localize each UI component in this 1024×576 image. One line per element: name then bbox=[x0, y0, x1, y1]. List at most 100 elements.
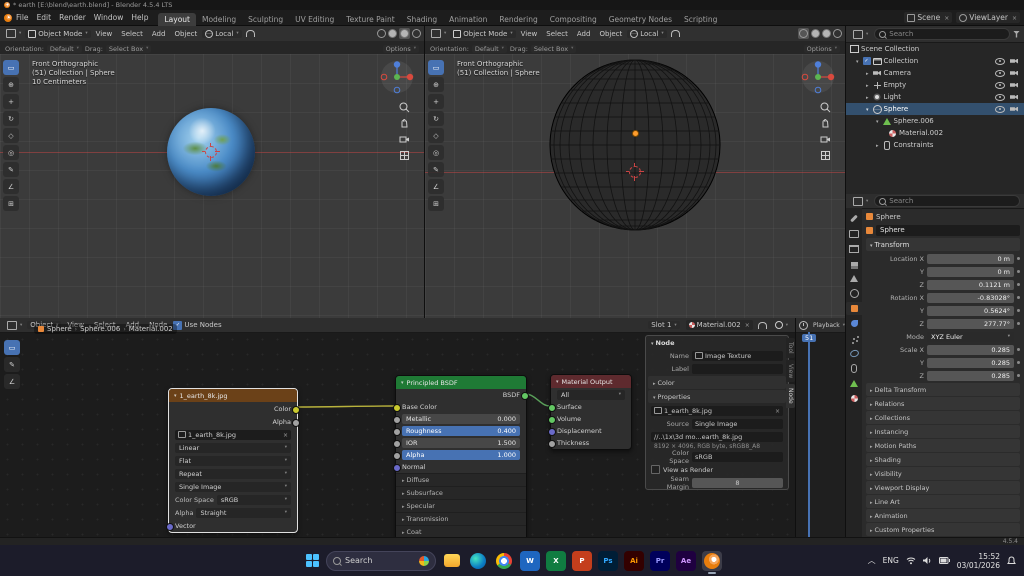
tab-layout[interactable]: Layout bbox=[158, 13, 196, 26]
camera-view-icon[interactable] bbox=[820, 134, 831, 145]
socket-thickness-in[interactable] bbox=[548, 440, 556, 448]
tool-scale[interactable] bbox=[428, 128, 444, 143]
current-frame-badge[interactable]: 51 bbox=[802, 334, 816, 342]
node-label-field[interactable] bbox=[692, 364, 783, 374]
tab-material[interactable] bbox=[846, 392, 862, 405]
object-name-field[interactable]: Sphere bbox=[876, 225, 1020, 236]
tab-tool[interactable]: Tool bbox=[786, 338, 795, 358]
outliner-row-camera[interactable]: Camera bbox=[846, 67, 1024, 79]
menu-edit[interactable]: Edit bbox=[33, 13, 56, 22]
file-explorer-app[interactable] bbox=[442, 551, 462, 571]
editor-type-dropdown[interactable] bbox=[850, 197, 871, 206]
tool-cursor[interactable] bbox=[428, 77, 444, 92]
socket-ior-in[interactable] bbox=[393, 440, 401, 448]
battery-icon[interactable] bbox=[939, 557, 950, 564]
camera-visibility-icon[interactable] bbox=[1010, 71, 1018, 76]
expand-icon[interactable] bbox=[866, 81, 871, 89]
view-as-render-checkbox[interactable] bbox=[651, 465, 660, 474]
panel-instancing[interactable]: Instancing bbox=[866, 425, 1020, 438]
outliner-search[interactable]: Search bbox=[874, 28, 1010, 40]
outliner-row-sphere[interactable]: Sphere bbox=[846, 103, 1024, 115]
tab-shading[interactable]: Shading bbox=[401, 13, 443, 26]
shading-wireframe-icon[interactable] bbox=[377, 29, 386, 38]
animate-dot[interactable] bbox=[1017, 270, 1020, 273]
menu-view[interactable]: View bbox=[517, 30, 542, 38]
socket-metallic-in[interactable] bbox=[393, 416, 401, 424]
tool-cursor[interactable] bbox=[3, 77, 19, 92]
expand-icon[interactable] bbox=[866, 105, 871, 113]
eye-icon[interactable] bbox=[995, 94, 1005, 101]
panel-line-art[interactable]: Line Art bbox=[866, 495, 1020, 508]
panel-motion-paths[interactable]: Motion Paths bbox=[866, 439, 1020, 452]
shading-material-active[interactable] bbox=[399, 28, 410, 39]
menu-select[interactable]: Select bbox=[542, 30, 572, 38]
tab-physics[interactable] bbox=[846, 347, 862, 360]
ortho-grid-icon[interactable] bbox=[399, 150, 410, 161]
shading-material-icon[interactable] bbox=[822, 29, 831, 38]
tool-select-box[interactable] bbox=[3, 60, 19, 75]
shading-rendered-icon[interactable] bbox=[412, 29, 421, 38]
tab-constraints[interactable] bbox=[846, 362, 862, 375]
location-y-field[interactable]: 0 m bbox=[927, 267, 1014, 277]
animate-dot[interactable] bbox=[1017, 322, 1020, 325]
blender-menu-icon[interactable] bbox=[4, 14, 12, 22]
ortho-grid-icon[interactable] bbox=[820, 150, 831, 161]
mode-dropdown[interactable]: Object Mode bbox=[25, 30, 90, 38]
target-dropdown[interactable]: All bbox=[557, 390, 625, 400]
panel-relations[interactable]: Relations bbox=[866, 397, 1020, 410]
socket-displacement-in[interactable] bbox=[548, 428, 556, 436]
scene-unlink-icon[interactable] bbox=[944, 13, 949, 22]
menu-window[interactable]: Window bbox=[90, 13, 128, 22]
language-indicator[interactable]: ENG bbox=[883, 556, 899, 565]
section-specular[interactable]: Specular bbox=[396, 499, 526, 512]
wireframe-sphere-object[interactable] bbox=[545, 55, 725, 235]
rotation-x-field[interactable]: -0.83028° bbox=[927, 293, 1014, 303]
menu-add[interactable]: Add bbox=[573, 30, 595, 38]
panel-visibility[interactable]: Visibility bbox=[866, 467, 1020, 480]
menu-render[interactable]: Render bbox=[55, 13, 90, 22]
snap-magnet-icon[interactable] bbox=[246, 30, 255, 37]
socket-vector-in[interactable] bbox=[166, 523, 174, 531]
source-dropdown[interactable]: Single Image bbox=[692, 419, 783, 429]
alpha-slider[interactable]: Alpha1.000 bbox=[402, 450, 520, 460]
animate-dot[interactable] bbox=[1017, 283, 1020, 286]
transform-panel-header[interactable]: Transform bbox=[866, 238, 1020, 251]
tab-render[interactable] bbox=[846, 227, 862, 240]
scene-selector[interactable]: Scene bbox=[904, 12, 952, 23]
camera-visibility-icon[interactable] bbox=[1010, 107, 1018, 112]
menu-object[interactable]: Object bbox=[170, 30, 201, 38]
expand-icon[interactable] bbox=[856, 57, 861, 65]
color-section[interactable]: Color bbox=[653, 379, 675, 387]
editor-type-dropdown[interactable] bbox=[850, 30, 871, 39]
breadcrumb-object-name[interactable]: Sphere bbox=[876, 213, 901, 221]
menu-object[interactable]: Object bbox=[595, 30, 626, 38]
socket-volume-in[interactable] bbox=[548, 416, 556, 424]
eye-icon[interactable] bbox=[995, 58, 1005, 65]
section-subsurface[interactable]: Subsurface bbox=[396, 486, 526, 499]
node-image-header[interactable]: 1_earth_8k.jpg bbox=[169, 389, 297, 402]
rotation-mode-dropdown[interactable]: XYZ Euler bbox=[927, 332, 1014, 342]
aftereffects-app[interactable]: Ae bbox=[676, 551, 696, 571]
menu-add[interactable]: Add bbox=[148, 30, 170, 38]
tab-world[interactable] bbox=[846, 287, 862, 300]
outliner-row-material-002[interactable]: Material.002 bbox=[846, 127, 1024, 139]
ior-slider[interactable]: IOR1.500 bbox=[402, 438, 520, 448]
socket-color-out[interactable] bbox=[292, 406, 300, 414]
snap-magnet-icon[interactable] bbox=[671, 30, 680, 37]
cursor-3d[interactable] bbox=[629, 166, 641, 178]
socket-bsdf-out[interactable] bbox=[521, 392, 529, 400]
menu-help[interactable]: Help bbox=[127, 13, 152, 22]
npanel-tab-label[interactable]: Node bbox=[651, 339, 674, 347]
socket-basecolor-in[interactable] bbox=[393, 404, 401, 412]
viewport-left-canvas[interactable]: Front Orthographic (51) Collection | Sph… bbox=[0, 54, 424, 318]
animate-dot[interactable] bbox=[1017, 257, 1020, 260]
expand-icon[interactable] bbox=[866, 93, 871, 101]
shading-rendered-icon[interactable] bbox=[833, 29, 842, 38]
animate-dot[interactable] bbox=[1017, 361, 1020, 364]
location-x-field[interactable]: 0 m bbox=[927, 254, 1014, 264]
editor-type-dropdown[interactable] bbox=[428, 29, 449, 38]
premiere-app[interactable]: Pr bbox=[650, 551, 670, 571]
zoom-icon[interactable] bbox=[820, 102, 831, 113]
tab-view-layer[interactable] bbox=[846, 257, 862, 270]
camera-visibility-icon[interactable] bbox=[1010, 95, 1018, 100]
